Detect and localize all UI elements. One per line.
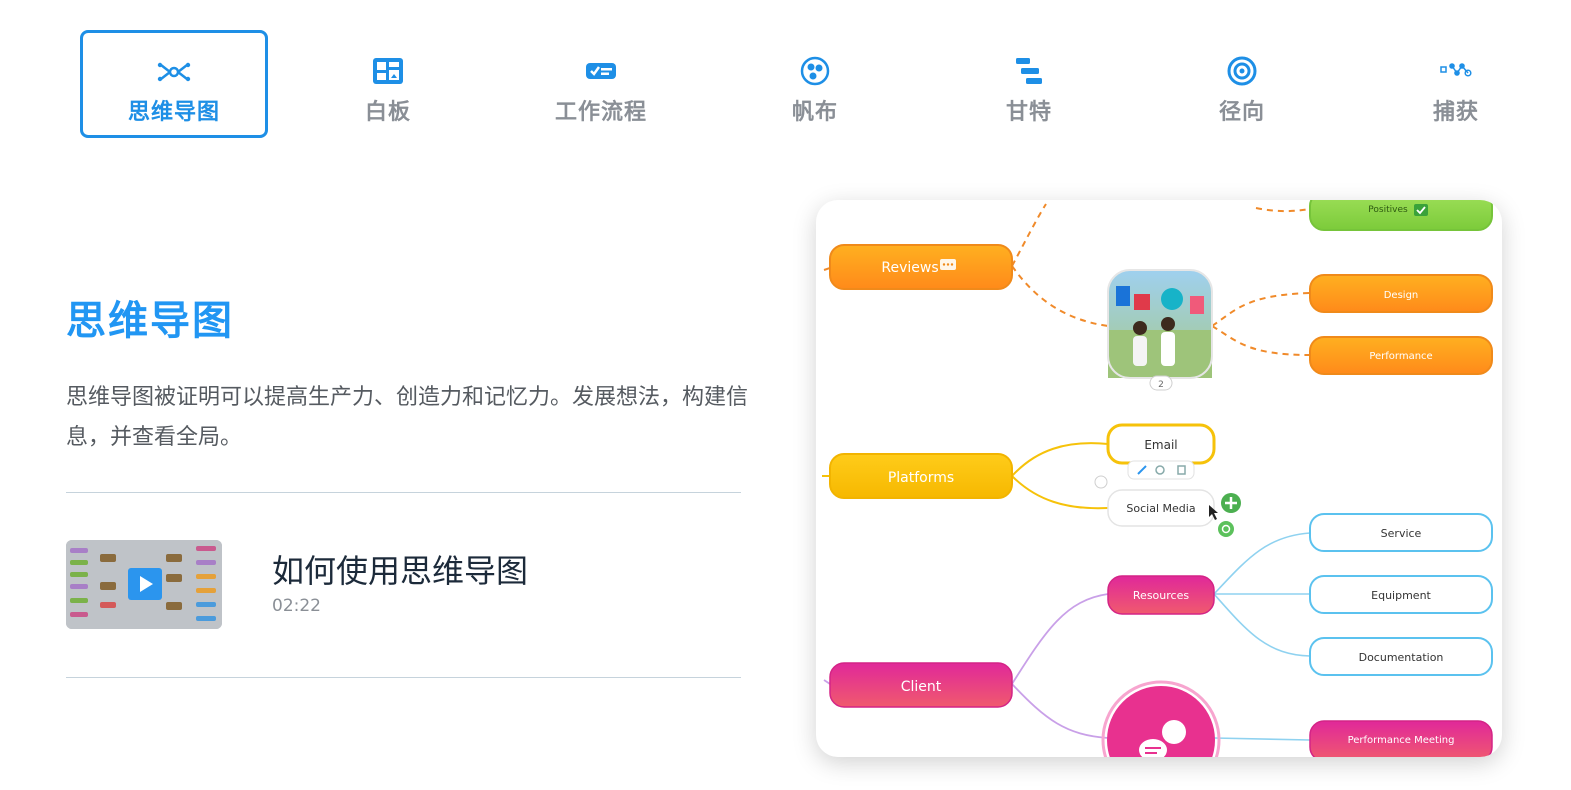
- tab-label: 捕获: [1432, 100, 1479, 125]
- capture-icon: [1440, 63, 1472, 77]
- tab-capture[interactable]: 捕获: [1362, 30, 1550, 138]
- tab-label: 工作流程: [554, 100, 647, 125]
- node-email-label: Email: [1144, 438, 1177, 452]
- node-design-label: Design: [1384, 290, 1419, 301]
- play-icon[interactable]: [128, 568, 162, 600]
- tab-label: 径向: [1218, 100, 1265, 125]
- view-type-tabs: 思维导图 白板 工作流程 帆布 甘特 径向 捕获: [0, 0, 1571, 150]
- attachment-count: 2: [1158, 380, 1164, 390]
- node-performance-meeting-label: Performance Meeting: [1348, 735, 1455, 746]
- node-performance-label: Performance: [1369, 351, 1432, 362]
- whiteboard-icon: [373, 58, 403, 84]
- node-email[interactable]: Email: [1106, 423, 1216, 465]
- video-title[interactable]: 如何使用思维导图: [272, 546, 528, 592]
- gantt-icon: [1016, 58, 1042, 84]
- tab-gantt[interactable]: 甘特: [935, 30, 1123, 138]
- chat-icon: [1162, 720, 1186, 744]
- node-positives[interactable]: Positives: [1309, 200, 1493, 231]
- divider: [66, 677, 741, 678]
- tab-label: 白板: [364, 100, 411, 125]
- refresh-icon[interactable]: [1218, 521, 1234, 537]
- node-performance[interactable]: Performance: [1309, 336, 1493, 375]
- video-item[interactable]: 如何使用思维导图 02:22: [66, 540, 741, 630]
- node-service[interactable]: Service: [1309, 513, 1493, 552]
- node-positives-label: Positives: [1368, 205, 1408, 215]
- node-equipment[interactable]: Equipment: [1309, 575, 1493, 614]
- node-documentation[interactable]: Documentation: [1309, 637, 1493, 676]
- tab-mind-map[interactable]: 思维导图: [80, 30, 268, 138]
- node-chat[interactable]: [1101, 680, 1221, 757]
- section-description: 思维导图被证明可以提高生产力、创造力和记忆力。发展想法，构建信息，并查看全局。: [66, 385, 749, 450]
- node-equipment-label: Equipment: [1371, 589, 1431, 602]
- tab-label: 思维导图: [127, 100, 220, 125]
- node-photo[interactable]: 2: [1107, 269, 1213, 391]
- node-resources-label: Resources: [1133, 589, 1189, 602]
- mind-map-canvas: Positives Reviews 2 Design Performance P…: [822, 200, 1493, 757]
- video-duration: 02:22: [272, 596, 321, 616]
- tab-radial[interactable]: 径向: [1148, 30, 1336, 138]
- node-platforms[interactable]: Platforms: [829, 453, 1013, 499]
- tab-whiteboard[interactable]: 白板: [294, 30, 482, 138]
- tab-canvas[interactable]: 帆布: [721, 30, 909, 138]
- connector-lines-blue: [1213, 532, 1311, 741]
- node-client[interactable]: Client: [829, 662, 1013, 708]
- node-resources[interactable]: Resources: [1107, 575, 1215, 615]
- divider: [66, 492, 741, 493]
- node-social-media[interactable]: Social Media: [1107, 489, 1215, 527]
- node-service-label: Service: [1381, 527, 1422, 540]
- section-title: 思维导图: [66, 298, 234, 344]
- video-thumbnail[interactable]: [66, 540, 222, 629]
- node-client-label: Client: [901, 679, 942, 695]
- tab-label: 帆布: [791, 100, 838, 125]
- radial-icon: [1227, 56, 1257, 86]
- collapse-handle[interactable]: [1094, 475, 1108, 489]
- add-node-icon[interactable]: [1221, 493, 1241, 513]
- tab-label: 甘特: [1005, 100, 1052, 125]
- workflow-icon: [586, 63, 616, 79]
- tab-workflow[interactable]: 工作流程: [507, 30, 695, 138]
- node-edit-toolbar: [1127, 460, 1195, 480]
- canvas-icon: [800, 56, 830, 86]
- node-documentation-label: Documentation: [1359, 651, 1444, 664]
- node-performance-meeting[interactable]: Performance Meeting: [1309, 720, 1493, 757]
- node-design[interactable]: Design: [1309, 274, 1493, 313]
- node-reviews[interactable]: Reviews: [829, 244, 1013, 290]
- check-icon: [1414, 204, 1428, 216]
- node-platforms-label: Platforms: [888, 470, 954, 486]
- node-social-media-label: Social Media: [1126, 502, 1195, 515]
- node-reviews-label: Reviews: [881, 260, 938, 276]
- mind-map-icon: [157, 62, 191, 82]
- mind-map-preview: Positives Reviews 2 Design Performance P…: [816, 200, 1502, 757]
